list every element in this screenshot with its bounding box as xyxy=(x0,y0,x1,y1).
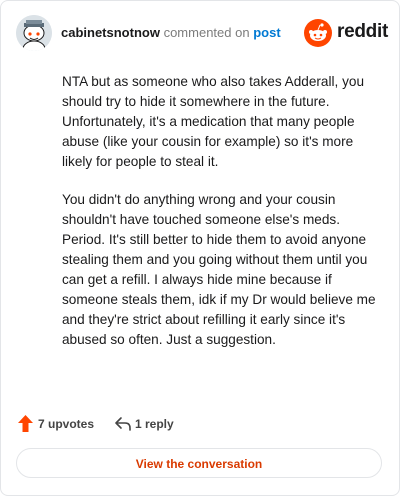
reddit-wordmark: reddit xyxy=(337,21,388,42)
comment-embed-card: cabinetsnotnow commented on post reddit … xyxy=(0,0,400,496)
reddit-brand[interactable]: reddit xyxy=(304,19,388,47)
username-link[interactable]: cabinetsnotnow xyxy=(61,25,160,40)
comment-header: cabinetsnotnow commented on post reddit xyxy=(16,15,388,51)
snoo-avatar-icon xyxy=(16,15,52,51)
comment-body: NTA but as someone who also takes Addera… xyxy=(62,72,382,368)
upvote-count: 7 upvotes xyxy=(38,417,95,431)
reply-arrow-icon[interactable] xyxy=(114,416,132,432)
view-conversation-button[interactable]: View the conversation xyxy=(16,448,382,478)
comment-paragraph: You didn't do anything wrong and your co… xyxy=(62,192,376,347)
upvote-arrow-icon[interactable] xyxy=(18,415,33,432)
post-link[interactable]: post xyxy=(253,25,280,40)
commented-on-text: commented on xyxy=(163,25,250,40)
comment-paragraph: NTA but as someone who also takes Addera… xyxy=(62,74,365,169)
comment-actions: 7 upvotes 1 reply xyxy=(18,413,318,435)
comment-meta: cabinetsnotnow commented on post xyxy=(61,25,281,40)
reply-count[interactable]: 1 reply xyxy=(135,417,174,431)
reddit-logo-icon xyxy=(304,19,332,47)
user-avatar[interactable] xyxy=(16,15,52,51)
